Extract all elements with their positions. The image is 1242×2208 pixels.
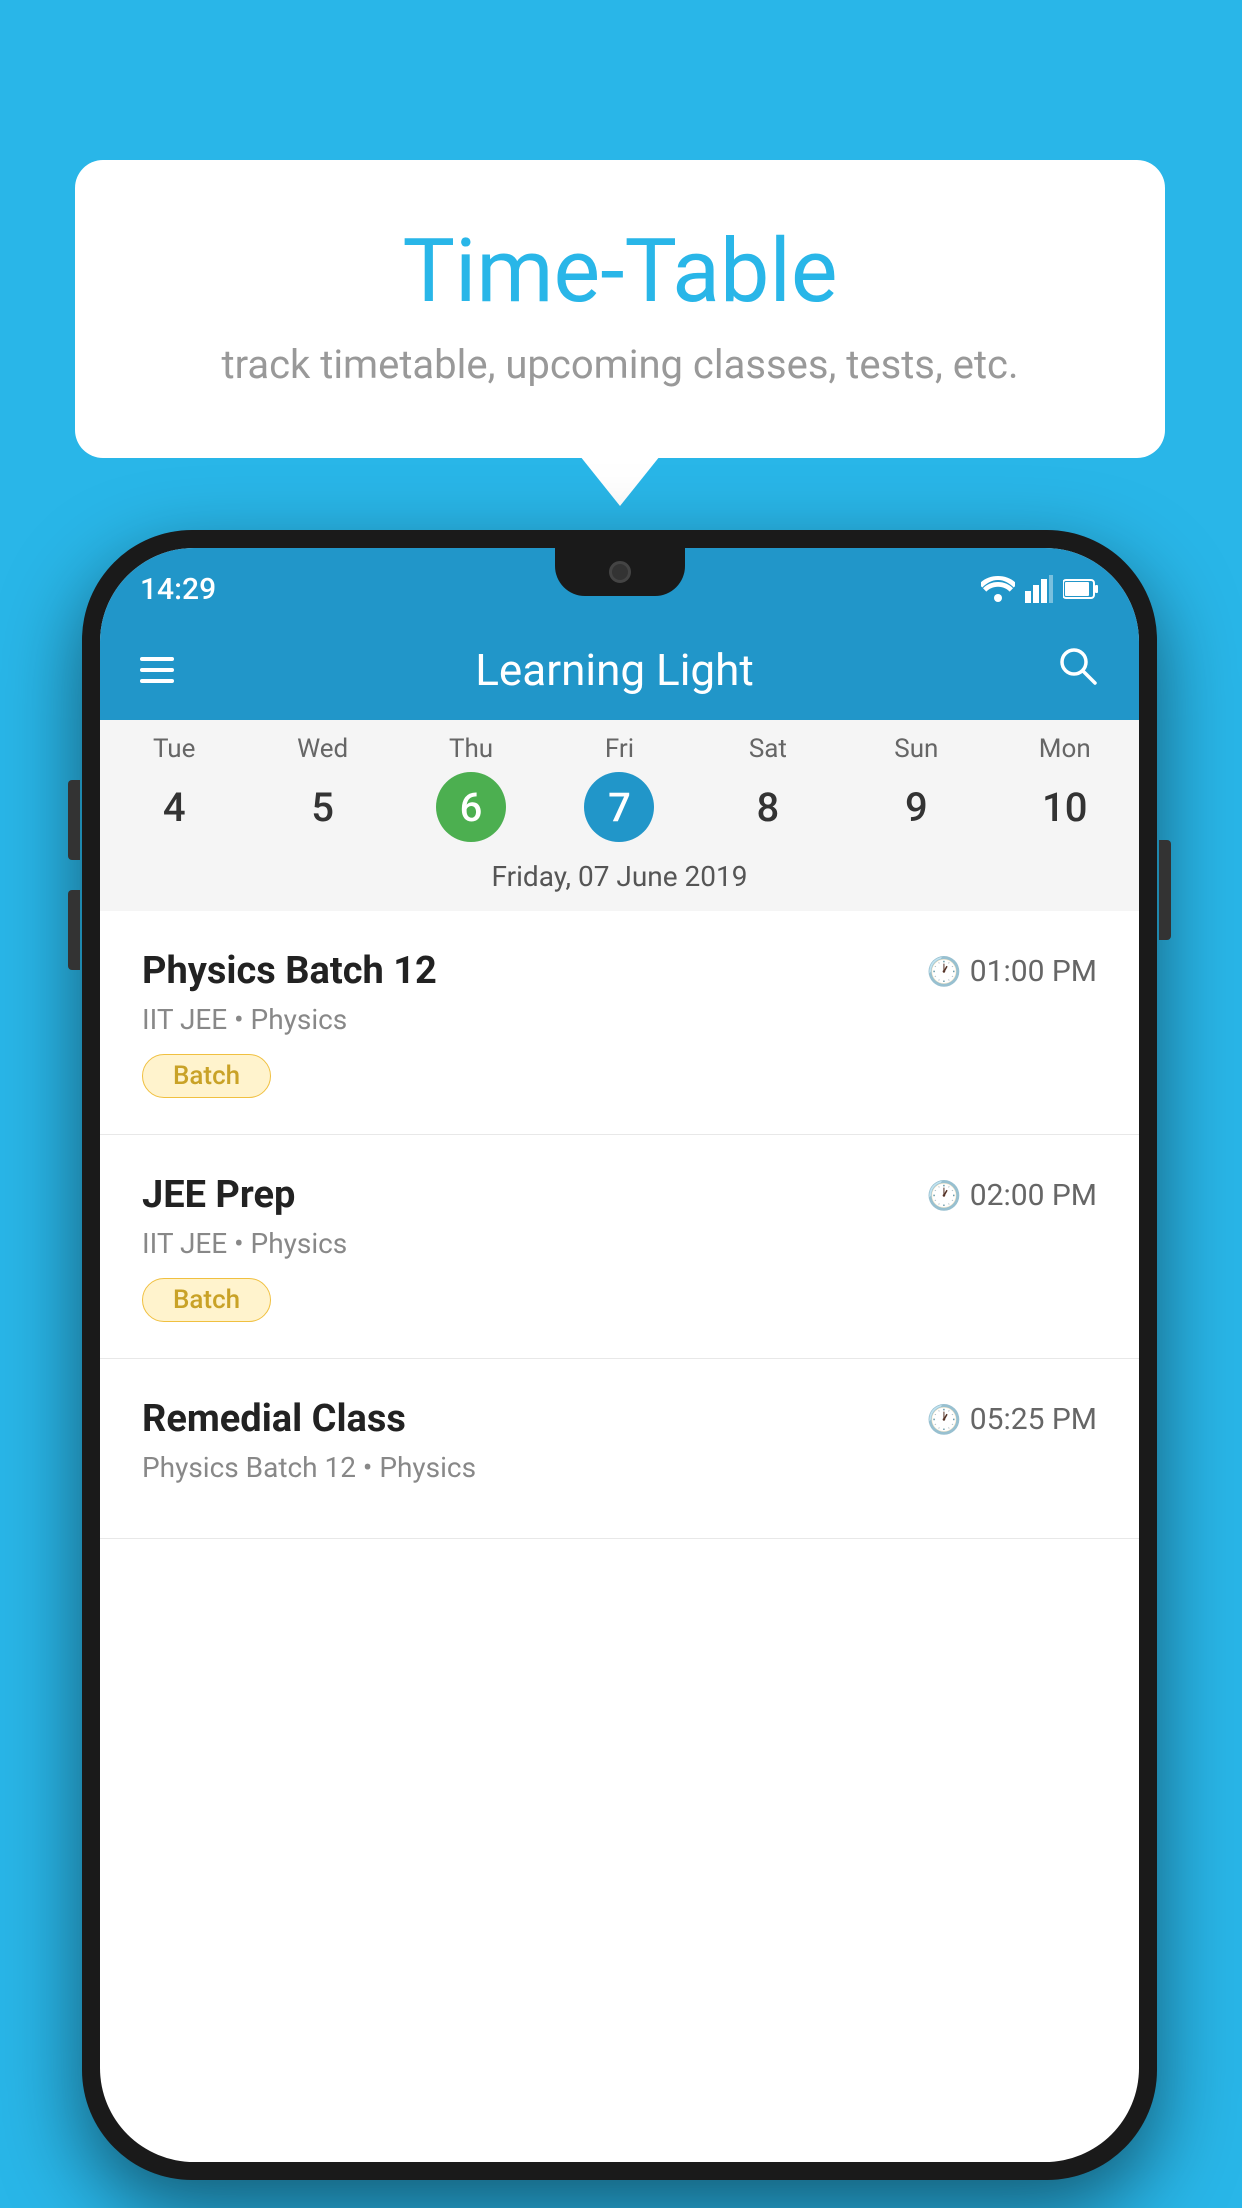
schedule-item-name: Physics Batch 12: [142, 949, 437, 993]
notch: [555, 548, 685, 596]
day-number: 6: [436, 772, 506, 842]
day-number: 9: [881, 772, 951, 842]
calendar-day-col[interactable]: Mon 10: [991, 734, 1139, 842]
battery-icon: [1063, 578, 1099, 600]
schedule-item-header: JEE Prep 🕐 02:00 PM: [142, 1173, 1097, 1217]
schedule-item-name: Remedial Class: [142, 1397, 406, 1441]
phone-mockup: 14:29: [82, 530, 1157, 2180]
calendar-day-col[interactable]: Sat 8: [694, 734, 842, 842]
calendar-days-row: Tue 4 Wed 5 Thu 6 Fri 7 Sat 8 Sun 9 Mon 10: [100, 720, 1139, 846]
signal-icon: [1025, 575, 1053, 603]
schedule-item-name: JEE Prep: [142, 1173, 295, 1217]
schedule-item[interactable]: JEE Prep 🕐 02:00 PM IIT JEE • Physics Batch: [100, 1135, 1139, 1359]
day-name: Sat: [694, 734, 842, 764]
schedule-sub: IIT JEE • Physics: [142, 1003, 1097, 1036]
batch-badge: Batch: [142, 1278, 271, 1322]
app-title: Learning Light: [204, 644, 1025, 696]
calendar-day-col[interactable]: Thu 6: [397, 734, 545, 842]
day-number: 7: [584, 772, 654, 842]
day-name: Wed: [248, 734, 396, 764]
schedule-sub: IIT JEE • Physics: [142, 1227, 1097, 1260]
day-name: Mon: [991, 734, 1139, 764]
schedule-list: Physics Batch 12 🕐 01:00 PM IIT JEE • Phys…: [100, 911, 1139, 1539]
day-name: Tue: [100, 734, 248, 764]
camera: [609, 561, 631, 583]
power-button: [1159, 840, 1171, 940]
schedule-sub: Physics Batch 12 • Physics: [142, 1451, 1097, 1484]
tooltip-title: Time-Table: [155, 220, 1085, 323]
day-name: Fri: [545, 734, 693, 764]
schedule-time: 🕐 02:00 PM: [927, 1178, 1097, 1213]
schedule-time: 🕐 01:00 PM: [927, 954, 1097, 989]
day-number: 8: [733, 772, 803, 842]
calendar-day-col[interactable]: Sun 9: [842, 734, 990, 842]
wifi-icon: [981, 576, 1015, 602]
hamburger-menu-icon[interactable]: [140, 657, 174, 683]
calendar-day-col[interactable]: Wed 5: [248, 734, 396, 842]
app-header: Learning Light: [100, 620, 1139, 720]
search-icon[interactable]: [1055, 643, 1099, 698]
schedule-item[interactable]: Remedial Class 🕐 05:25 PM Physics Batch 12…: [100, 1359, 1139, 1539]
day-number: 5: [288, 772, 358, 842]
calendar-day-col[interactable]: Tue 4: [100, 734, 248, 842]
day-number: 4: [139, 772, 209, 842]
schedule-item-header: Physics Batch 12 🕐 01:00 PM: [142, 949, 1097, 993]
day-name: Thu: [397, 734, 545, 764]
volume-up-button: [68, 780, 80, 860]
status-icons: [981, 575, 1099, 603]
tooltip-card: Time-Table track timetable, upcoming cla…: [75, 160, 1165, 458]
calendar-day-col[interactable]: Fri 7: [545, 734, 693, 842]
clock-icon: 🕐: [927, 955, 962, 988]
phone-screen: 14:29: [100, 548, 1139, 2162]
schedule-item-header: Remedial Class 🕐 05:25 PM: [142, 1397, 1097, 1441]
day-name: Sun: [842, 734, 990, 764]
clock-icon: 🕐: [927, 1403, 962, 1436]
day-number: 10: [1030, 772, 1100, 842]
selected-date-label: Friday, 07 June 2019: [100, 846, 1139, 911]
schedule-time: 🕐 05:25 PM: [927, 1402, 1097, 1437]
batch-badge: Batch: [142, 1054, 271, 1098]
schedule-item[interactable]: Physics Batch 12 🕐 01:00 PM IIT JEE • Phys…: [100, 911, 1139, 1135]
tooltip-subtitle: track timetable, upcoming classes, tests…: [155, 341, 1085, 388]
clock-icon: 🕐: [927, 1179, 962, 1212]
status-time: 14:29: [140, 572, 216, 607]
calendar-section: Tue 4 Wed 5 Thu 6 Fri 7 Sat 8 Sun 9 Mon 10 Friday, 07…: [100, 720, 1139, 911]
volume-down-button: [68, 890, 80, 970]
